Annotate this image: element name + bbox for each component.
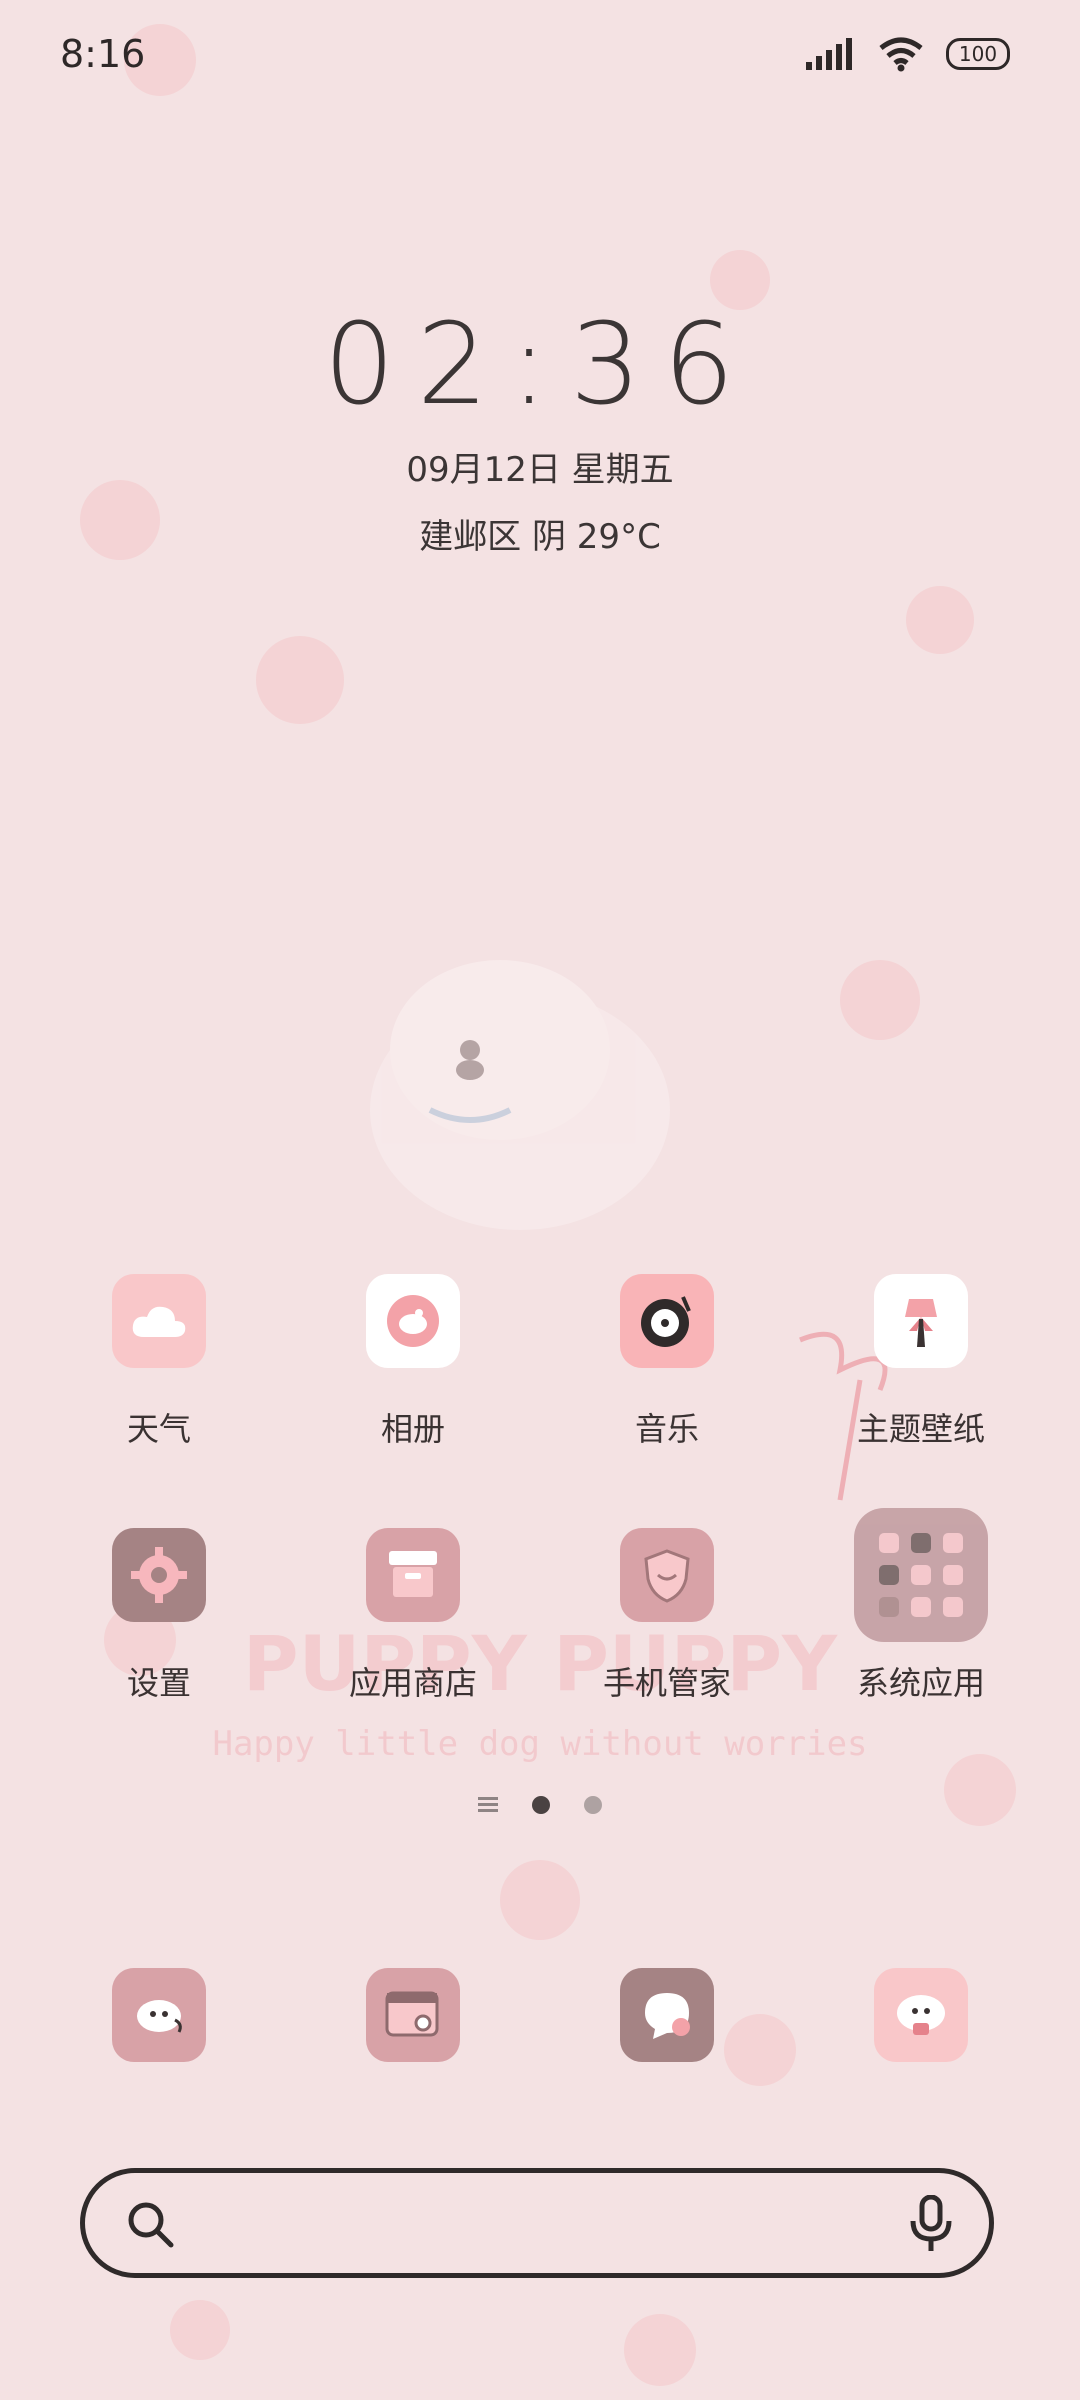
app-label: 应用商店 [348, 1664, 477, 1702]
page-dot-active[interactable] [532, 1796, 550, 1814]
app-store[interactable]: 应用商店 [288, 1528, 538, 1704]
app-label: 音乐 [634, 1410, 699, 1448]
page-dot[interactable] [584, 1796, 602, 1814]
dock-messages[interactable] [542, 1968, 792, 2062]
system-apps-folder-icon [854, 1508, 988, 1642]
search-bar[interactable] [80, 2168, 994, 2278]
microphone-icon[interactable] [909, 2195, 953, 2253]
gallery-icon [366, 1274, 460, 1368]
search-icon[interactable] [125, 2199, 177, 2251]
app-label: 主题壁纸 [856, 1410, 985, 1448]
app-label: 相册 [380, 1410, 445, 1448]
wifi-icon [879, 37, 923, 72]
phone-dog-icon [112, 1968, 206, 2062]
camera-dog-icon [874, 1968, 968, 2062]
battery-icon: 100 [946, 38, 1010, 70]
themes-icon [874, 1274, 968, 1368]
app-store-icon [366, 1528, 460, 1622]
app-weather[interactable]: 天气 [34, 1274, 284, 1450]
clock-widget[interactable]: 02:36 09月12日 星期五 建邺区 阴 29°C [0, 300, 1080, 558]
clock-date: 09月12日 星期五 [406, 450, 674, 490]
security-shield-icon [620, 1528, 714, 1622]
dock-browser[interactable] [288, 1968, 538, 2062]
page-menu-icon [478, 1797, 498, 1812]
messages-icon [620, 1968, 714, 2062]
app-label: 手机管家 [602, 1664, 731, 1702]
signal-icon [806, 38, 852, 70]
app-system-folder[interactable]: 系统应用 [796, 1508, 1046, 1704]
app-label: 天气 [126, 1410, 191, 1448]
app-settings[interactable]: 设置 [34, 1528, 284, 1704]
app-label: 系统应用 [856, 1664, 985, 1702]
status-icons: 100 [806, 36, 1010, 72]
battery-level: 100 [958, 42, 998, 66]
clock-weather: 建邺区 阴 29°C [419, 517, 661, 557]
app-gallery[interactable]: 相册 [288, 1274, 538, 1450]
app-label: 设置 [126, 1664, 191, 1702]
app-themes[interactable]: 主题壁纸 [796, 1274, 1046, 1450]
app-music[interactable]: 音乐 [542, 1274, 792, 1450]
svg-text:Happy little dog without worri: Happy little dog without worries [212, 1724, 867, 1764]
music-record-icon [620, 1274, 714, 1368]
settings-gear-icon [112, 1528, 206, 1622]
weather-cloud-icon [112, 1274, 206, 1368]
page-indicator[interactable] [0, 1796, 1080, 1814]
browser-icon [366, 1968, 460, 2062]
status-time: 8:16 [60, 32, 146, 76]
clock-time: 02:36 [323, 300, 757, 430]
status-bar: 8:16 100 [0, 0, 1080, 110]
dock-phone[interactable] [34, 1968, 284, 2062]
dock-camera[interactable] [796, 1968, 1046, 2062]
app-phone-manager[interactable]: 手机管家 [542, 1528, 792, 1704]
